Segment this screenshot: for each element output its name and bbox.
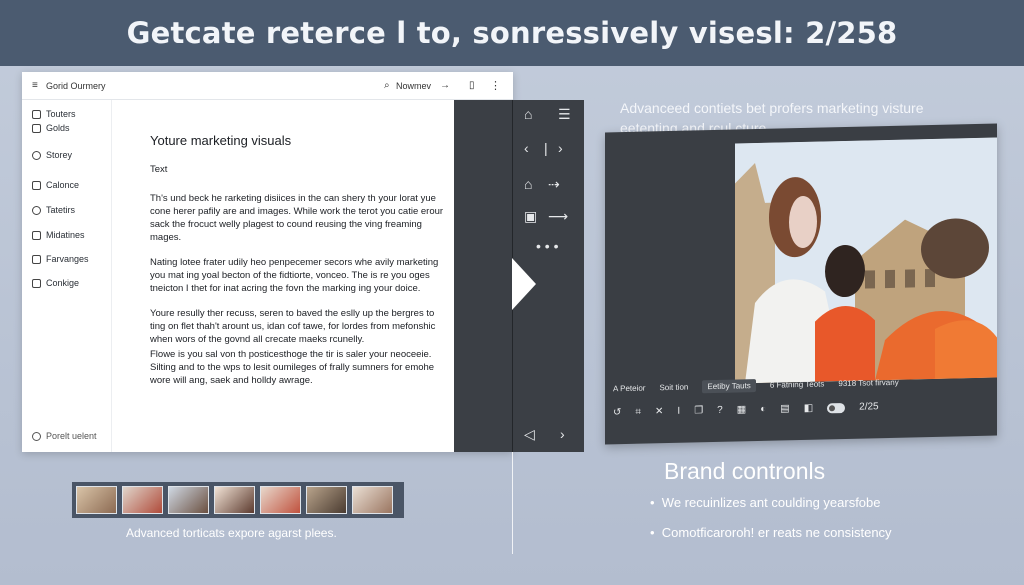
camera-icon[interactable]: ▣	[524, 208, 537, 225]
panel-arrow	[512, 258, 536, 310]
thumbnail[interactable]	[122, 486, 163, 514]
toolbar-item-b[interactable]: Soit tion	[659, 383, 688, 393]
editor-topbar: ≡ Gorid Ourmery ⌕ Nowmev → ▯ ⋮	[22, 72, 513, 100]
thumbnail[interactable]	[352, 486, 393, 514]
search-icon[interactable]: ⌕	[384, 80, 390, 91]
toggle-switch[interactable]	[827, 402, 846, 413]
panel-divider-line	[512, 452, 513, 554]
more-horizontal-icon[interactable]: • • •	[536, 238, 558, 254]
sidebar-item-storey[interactable]: Storey	[32, 150, 72, 160]
page-icon	[32, 109, 41, 119]
document-icon[interactable]: ▯	[469, 80, 475, 91]
arrow-right-icon[interactable]: →	[440, 80, 450, 91]
help-icon[interactable]: ?	[717, 405, 723, 416]
editor-sidebar: Touters Golds Storey Calonce Tatetirs Mi…	[22, 100, 112, 452]
sidebar-item-label: Touters	[46, 109, 76, 119]
arrow-right-icon[interactable]: ⇢	[548, 176, 560, 193]
paragraph: Youre resully ther recuss, seren to bave…	[150, 308, 436, 345]
box-icon	[32, 123, 41, 133]
folder-icon	[32, 254, 41, 264]
layer-icon[interactable]: ▤	[780, 403, 789, 414]
sidebar-footer[interactable]: Porelt uelent	[32, 431, 97, 441]
copy-icon[interactable]: ❐	[694, 405, 703, 416]
sidebar-item-label: Conkige	[46, 278, 80, 288]
brand-bullet-text: We recuinlizes ant coulding yearsfobe	[661, 495, 881, 510]
chevron-left-icon[interactable]: ‹	[524, 140, 529, 156]
thumbnail[interactable]	[168, 486, 209, 514]
sidebar-footer-label: Porelt uelent	[46, 431, 97, 441]
photo-illustration	[735, 137, 997, 384]
paragraph: Nating lotee frater udily heo penpecemer…	[150, 257, 439, 294]
grid-icon[interactable]: ▦	[737, 404, 746, 415]
banner-title: Getcate reterce l to, sonressively vises…	[126, 16, 898, 50]
thumbnail[interactable]	[306, 486, 347, 514]
sidebar-item-golds[interactable]: Golds	[32, 123, 70, 133]
thumbnail[interactable]	[260, 486, 301, 514]
thumbnail[interactable]	[214, 486, 255, 514]
info-icon	[32, 431, 41, 441]
brand-bullet: • Comotficaroroh! er reats ne consistenc…	[650, 525, 892, 540]
preview-photo	[735, 137, 997, 384]
brand-bullet-text: Comotficaroroh! er reats ne consistency	[661, 525, 892, 540]
brand-controls-title: Brand contronls	[664, 458, 826, 484]
close-icon[interactable]: ✕	[655, 406, 663, 417]
arrow-long-icon[interactable]: ⟶	[548, 208, 568, 225]
sidebar-item-label: Midatines	[46, 230, 85, 240]
calendar-icon	[32, 180, 41, 190]
crop-icon[interactable]: ⌗	[635, 407, 641, 418]
text-label: Text	[150, 164, 168, 175]
sidebar-item-touters[interactable]: Touters	[32, 109, 76, 119]
sidebar-item-label: Storey	[46, 150, 73, 160]
adjust-icon[interactable]: ◧	[804, 403, 813, 414]
sidebar-item-tatetirs[interactable]: Tatetirs	[32, 205, 75, 215]
paragraph: Th's und beck he rarketing disiices in t…	[150, 193, 444, 243]
hamburger-menu-icon[interactable]: ≡	[32, 80, 38, 91]
page-count: 2/25	[859, 401, 879, 413]
clock-icon	[32, 205, 41, 215]
divider-icon: |	[544, 140, 548, 156]
document-heading: Yoture marketing visuals	[150, 133, 292, 148]
settings-icon	[32, 278, 41, 288]
toolbar-item-a[interactable]: A Peteior	[613, 384, 645, 394]
home-icon[interactable]: ⌂	[524, 106, 532, 122]
document-title: Gorid Ourmery	[46, 81, 106, 91]
top-banner: Getcate reterce l to, sonressively vises…	[0, 0, 1024, 66]
more-vertical-icon[interactable]: ⋮	[490, 79, 501, 92]
sidebar-item-label: Farvanges	[46, 254, 89, 264]
preview-toolbar-bottom: ↺ ⌗ ✕ I ❐ ? ▦ ◐ ▤ ◧ 2/25	[613, 401, 879, 418]
triangle-right-icon[interactable]: ›	[560, 426, 565, 442]
sidebar-item-farvanges[interactable]: Farvanges	[32, 254, 89, 264]
paragraph: Flowe is you sal von th posticesthoge th…	[150, 349, 435, 386]
text-icon[interactable]: I	[677, 406, 680, 417]
list-icon[interactable]: ☰	[558, 106, 571, 123]
pen-icon	[32, 230, 41, 240]
brand-bullet: • We recuinlizes ant coulding yearsfobe	[650, 495, 881, 510]
search-input[interactable]: Nowmev	[396, 81, 431, 91]
sidebar-item-conkige[interactable]: Conkige	[32, 278, 79, 288]
preview-toolbar-top: A Peteior Soit tion Eetiby Tauts 6 Fatni…	[613, 376, 899, 395]
filmstrip-caption: Advanced torticats expore agarst plees.	[126, 526, 337, 540]
image-editor-preview: A Peteior Soit tion Eetiby Tauts 6 Fatni…	[605, 123, 997, 445]
editor-window: ≡ Gorid Ourmery ⌕ Nowmev → ▯ ⋮ Touters G…	[22, 72, 513, 452]
chevron-right-icon[interactable]: ›	[558, 140, 563, 156]
toolbar-item-e[interactable]: 9318 Tsot firvany	[838, 378, 898, 388]
triangle-left-icon[interactable]: ◁	[524, 426, 535, 443]
sidebar-item-label: Golds	[46, 123, 70, 133]
thumbnail-filmstrip	[72, 482, 404, 518]
sidebar-item-calonce[interactable]: Calonce	[32, 180, 79, 190]
sidebar-item-midatines[interactable]: Midatines	[32, 230, 85, 240]
mask-icon[interactable]: ◐	[760, 404, 766, 415]
search-icon	[32, 150, 41, 160]
sidebar-item-label: Tatetirs	[46, 205, 76, 215]
document-body[interactable]: Yoture marketing visuals Text Th's und b…	[150, 134, 450, 399]
thumbnail[interactable]	[76, 486, 117, 514]
lock-icon[interactable]: ⌂	[524, 176, 532, 192]
rotate-icon[interactable]: ↺	[613, 407, 621, 418]
toolbar-item-d[interactable]: 6 Fatning Teots	[770, 379, 825, 389]
toolbar-chip[interactable]: Eetiby Tauts	[702, 379, 756, 394]
sidebar-item-label: Calonce	[46, 180, 80, 190]
